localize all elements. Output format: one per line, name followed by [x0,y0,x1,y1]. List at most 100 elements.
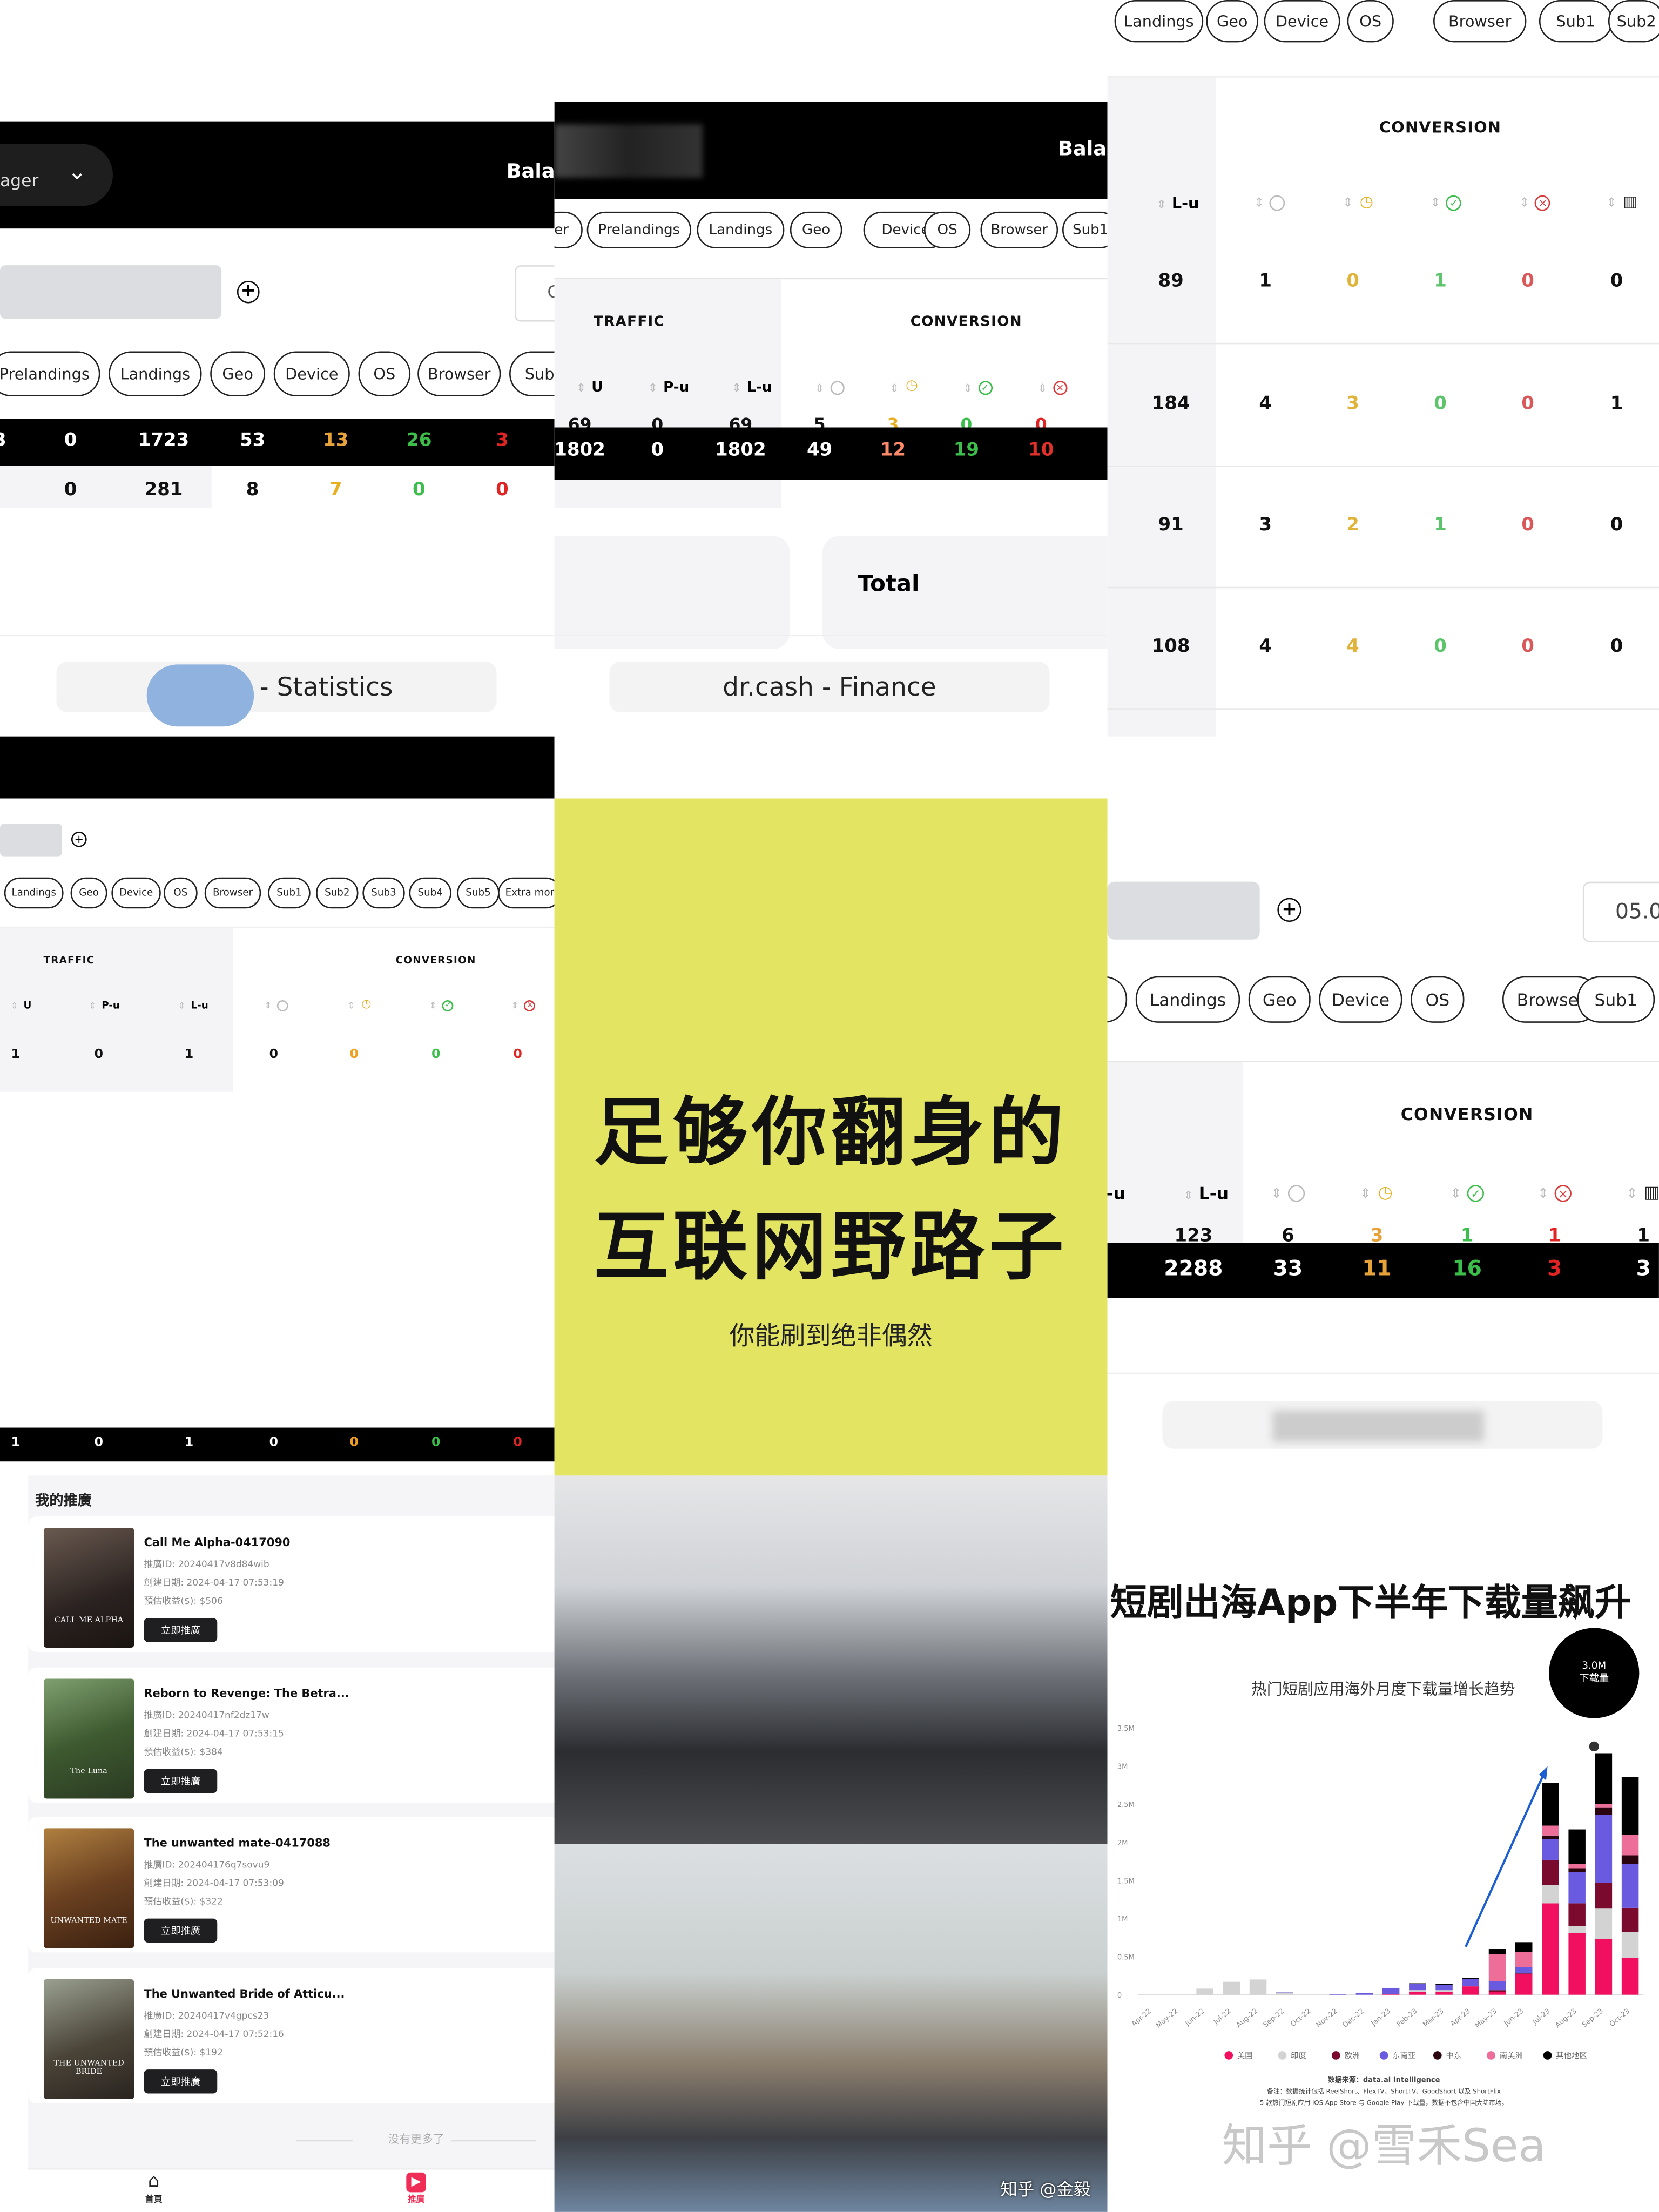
list-item[interactable]: THE UNWANTED BRIDE The Unwanted Bride of … [28,1968,555,2103]
filter-chip-prelandings[interactable]: Prelandings [0,351,100,397]
filter-chip-extra-mor[interactable]: Extra mor [498,877,555,909]
filter-chip-landings[interactable]: Landings [4,877,64,909]
sort-column-all-conversions-circle[interactable]: ⇕ [1254,195,1286,211]
sort-column-all-conversions-circle[interactable]: ⇕ [264,1000,289,1011]
sort-column-pending-clock[interactable]: ⇕ ◷ [1343,194,1374,211]
filter-chip-sub1[interactable]: Sub1 [268,877,311,909]
filter-chip-geo[interactable]: Geo [210,351,266,397]
filter-chip-os[interactable]: OS [164,877,198,909]
list-item[interactable]: CALL ME ALPHA Call Me Alpha-0417090 推廣ID: … [28,1516,555,1652]
filter-chip-device[interactable]: Device [1264,0,1340,43]
add-circle-icon[interactable]: + [1277,898,1301,922]
sort-column-l-u[interactable]: ⇕ L-u [732,380,772,396]
sort-column-l-u[interactable]: ⇕ L-u [1157,194,1199,212]
sort-column-approved-check[interactable]: ⇕ ✓ [963,381,993,395]
drama-poster-image[interactable]: UNWANTED MATE [43,1828,134,1948]
filter-chip-landings[interactable]: Landings [697,211,785,248]
sort-column-approved-check[interactable]: ⇕ ✓ [1450,1185,1485,1202]
filter-chip-sub2[interactable]: Sub2 [316,877,359,909]
date-range-input[interactable]: 05.04 [1582,881,1659,942]
sort-column-rejected-x[interactable]: ⇕ × [1038,381,1067,395]
sort-column-p-u[interactable]: ⇕ P-u [648,380,689,396]
drama-poster-image[interactable]: CALL ME ALPHA [43,1528,134,1648]
filter-chip-geo[interactable]: Geo [1248,976,1311,1023]
filter-chip-device[interactable]: Device [111,877,161,909]
filter-chip-geo[interactable]: Geo [1206,0,1259,43]
filter-chip-sub5[interactable]: Sub5 [457,877,500,909]
sort-column-trash[interactable]: ⇕ ▥ [1627,1184,1659,1202]
date-range-input[interactable]: C [515,265,555,322]
drama-poster-image[interactable]: The Luna [43,1678,134,1799]
account-dropdown[interactable]: ager ⌄ [0,144,113,206]
filter-chip-sub3[interactable]: Sub3 [362,877,405,909]
sort-column-pending-clock[interactable]: ⇕ ◷ [347,998,372,1011]
drama-poster-image[interactable]: THE UNWANTED BRIDE [43,1979,134,2099]
sort-column-u[interactable]: ⇕ U [576,380,603,396]
search-input[interactable] [1107,881,1260,940]
add-circle-icon[interactable]: + [237,280,260,304]
bar-segment [1621,1932,1639,1958]
sort-column-pending-clock[interactable]: ⇕ ◷ [889,379,919,395]
promote-now-button[interactable]: 立即推廣 [144,1918,218,1943]
filter-chip-landings[interactable]: Landings [109,351,202,397]
filter-chip-sub1[interactable]: Sub1 [1577,976,1655,1023]
filter-chip-browser[interactable]: Browser [204,877,261,909]
sort-column-L-u[interactable]: ⇕ L-u [1184,1184,1229,1204]
sort-column-trash[interactable]: ⇕ ▥ [1607,194,1638,211]
sort-column-pending-clock[interactable]: ⇕ ◷ [1360,1184,1394,1202]
search-input[interactable] [0,265,222,319]
drama-title[interactable]: The Unwanted Bride of Atticu... [144,1988,345,2001]
promote-now-button[interactable]: 立即推廣 [144,1618,218,1642]
cell-value: 0 [349,1436,359,1451]
filter-chip-landings[interactable]: Landings [1135,976,1240,1023]
list-item[interactable]: The Luna Reborn to Revenge: The Betra... 推… [28,1667,555,1803]
filter-chip-prelandings[interactable]: Prelandings [586,211,691,248]
filter-chip-sub4[interactable]: Sub4 [409,877,451,909]
sort-column-rejected-x[interactable]: ⇕ × [511,1000,536,1011]
sort-column-p-u[interactable]: ⇕ P-u [89,1000,120,1011]
filter-chip-er[interactable]: er [554,211,583,248]
filter-chip-browser[interactable]: Browser [980,211,1058,248]
search-input[interactable] [0,824,62,857]
filter-chip-sub1[interactable]: Sub1 [1062,211,1108,248]
column-label: L-u [747,380,772,396]
promote-now-button[interactable]: 立即推廣 [144,1769,218,1793]
filter-chip-geo[interactable]: Geo [70,877,107,909]
divider [0,635,555,637]
filter-chip-os[interactable]: OS [1347,0,1394,43]
nav-tab-home[interactable]: ⌂ 首頁 [133,2171,175,2204]
sort-column-rejected-x[interactable]: ⇕ × [1537,1185,1572,1202]
sort-column--u[interactable]: -u [1108,1184,1125,1204]
promote-now-button[interactable]: 立即推廣 [144,2069,218,2094]
filter-chip-browser[interactable]: Browser [1433,0,1527,43]
filter-chip-os[interactable]: OS [923,211,971,248]
sort-column-all-conversions-circle[interactable]: ⇕ [1271,1185,1305,1202]
filter-chip-sub2[interactable]: Sub2 [1608,0,1659,43]
legend-label: 其他地区 [1556,2051,1587,2060]
filter-chip-device[interactable]: Device [273,351,350,397]
filter-chip-s[interactable]: s [1107,976,1128,1023]
sort-column-approved-check[interactable]: ⇕ ✓ [429,1000,454,1011]
sort-column-all-conversions-circle[interactable]: ⇕ [815,381,845,395]
filter-chip-sub1[interactable]: Sub1 [509,351,555,397]
sort-column-l-u[interactable]: ⇕ L-u [178,1000,208,1011]
drama-title[interactable]: The unwanted mate-0417088 [144,1837,331,1850]
filter-chip-landings[interactable]: Landings [1114,0,1204,43]
filter-chip-os[interactable]: OS [358,351,411,397]
nav-tab-promote[interactable]: ▶ 推廣 [395,2172,437,2205]
filter-chip-geo[interactable]: Geo [790,211,842,248]
cell-value: 1 [184,1048,194,1062]
add-circle-icon[interactable]: + [71,831,87,847]
sort-column-approved-check[interactable]: ⇕ ✓ [1430,195,1462,211]
filter-chip-browser[interactable]: Browser [417,351,501,397]
filter-chip-sub1[interactable]: Sub1 [1539,0,1613,43]
filter-chip-os[interactable]: OS [1411,976,1465,1023]
filter-chip-device[interactable]: Device [1319,976,1402,1023]
sort-arrows-icon: ⇕ [1343,196,1353,211]
sort-column-rejected-x[interactable]: ⇕ × [1519,195,1551,211]
sort-column-u[interactable]: ⇕ U [11,1000,31,1011]
drama-title[interactable]: Call Me Alpha-0417090 [144,1536,290,1549]
x-tick-label: Oct-23 [1608,2007,1631,2029]
list-item[interactable]: UNWANTED MATE The unwanted mate-0417088 推廣… [28,1817,555,1953]
drama-title[interactable]: Reborn to Revenge: The Betra... [144,1687,349,1700]
